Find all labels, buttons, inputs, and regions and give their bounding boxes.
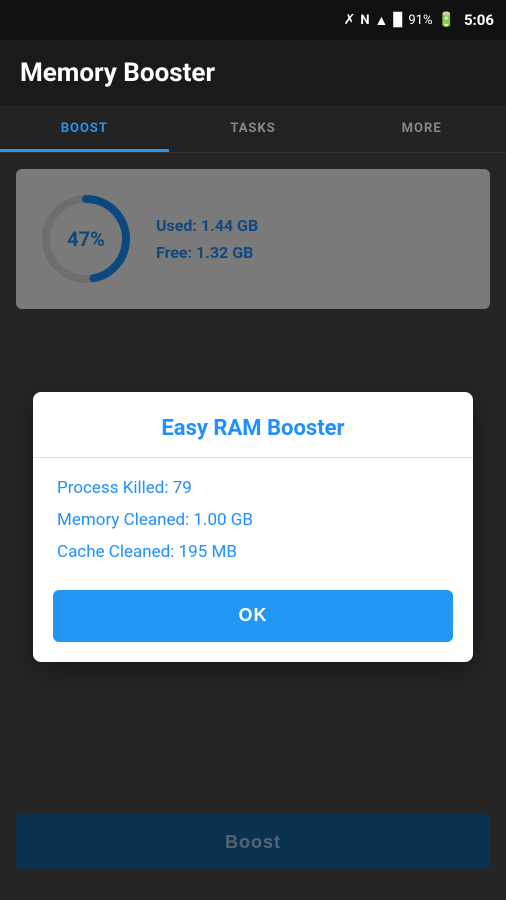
stat-memory-cleaned: Memory Cleaned: 1.00 GB xyxy=(57,510,449,530)
status-time: 5:06 xyxy=(464,11,494,29)
tab-boost[interactable]: BOOST xyxy=(0,105,169,152)
status-bar: ✗ N ▲ ▉ 91% 🔋 5:06 xyxy=(0,0,506,40)
dialog-title: Easy RAM Booster xyxy=(53,416,453,441)
status-icons: ✗ N ▲ ▉ 91% 🔋 5:06 xyxy=(344,11,494,29)
app-title: Memory Booster xyxy=(20,58,215,88)
bluetooth-icon: ✗ xyxy=(344,12,356,28)
battery-icon: 🔋 xyxy=(438,12,455,28)
dialog-header: Easy RAM Booster xyxy=(33,392,473,458)
dialog-overlay: Easy RAM Booster Process Killed: 79 Memo… xyxy=(0,153,506,900)
ram-booster-dialog: Easy RAM Booster Process Killed: 79 Memo… xyxy=(33,392,473,662)
app-header: Memory Booster xyxy=(0,40,506,105)
battery-percent: 91% xyxy=(408,13,432,28)
dialog-footer: OK xyxy=(33,582,473,662)
dialog-body: Process Killed: 79 Memory Cleaned: 1.00 … xyxy=(33,458,473,582)
network-icon: N xyxy=(360,13,369,28)
signal-icon: ▉ xyxy=(393,13,403,28)
tab-tasks[interactable]: TASKS xyxy=(169,105,338,152)
stat-cache-cleaned: Cache Cleaned: 195 MB xyxy=(57,542,449,562)
tab-more[interactable]: MORE xyxy=(337,105,506,152)
main-content: 47% Used: 1.44 GB Free: 1.32 GB Boost Ea… xyxy=(0,153,506,900)
wifi-icon: ▲ xyxy=(375,12,389,29)
dialog-ok-button[interactable]: OK xyxy=(53,590,453,642)
stat-process-killed: Process Killed: 79 xyxy=(57,478,449,498)
tab-bar: BOOST TASKS MORE xyxy=(0,105,506,153)
